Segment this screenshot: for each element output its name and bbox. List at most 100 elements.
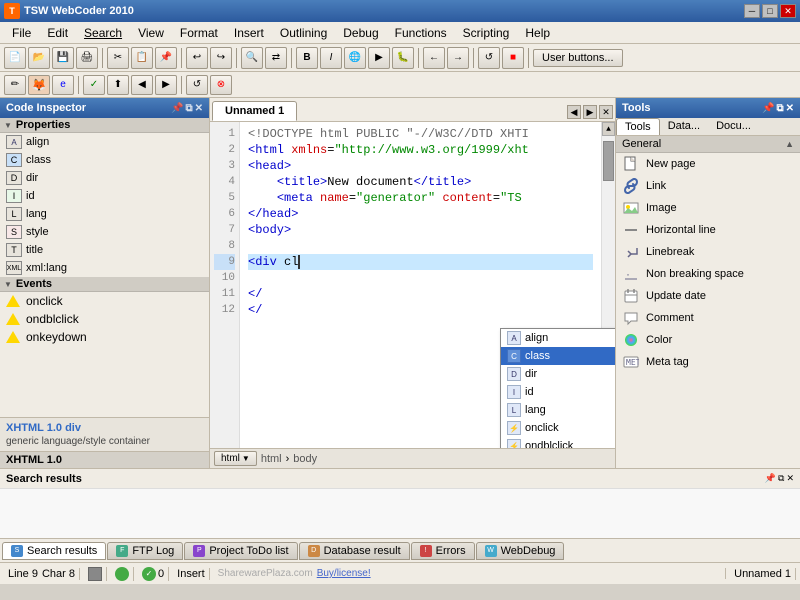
panel-close-btn[interactable]: ✕ xyxy=(195,103,203,114)
menu-view[interactable]: View xyxy=(130,24,172,42)
tb-replace[interactable]: ⇄ xyxy=(265,47,287,69)
status-license-link[interactable]: Buy/license! xyxy=(317,568,371,579)
tb-find[interactable]: 🔍 xyxy=(241,47,263,69)
events-section-header[interactable]: Events xyxy=(0,277,209,292)
tb-save[interactable]: 💾 xyxy=(52,47,74,69)
tb-print[interactable]: 🖨 xyxy=(76,47,98,69)
tools-section-general[interactable]: General ▲ xyxy=(616,136,800,153)
prop-xmllang[interactable]: XML xml:lang xyxy=(0,259,209,277)
event-onkeydown[interactable]: onkeydown xyxy=(0,328,209,346)
tool-link[interactable]: Link xyxy=(616,175,800,197)
tb-browser[interactable]: 🌐 xyxy=(344,47,366,69)
tb2-nav-back[interactable]: ◀ xyxy=(131,75,153,95)
ac-item-onclick[interactable]: ⚡ onclick xyxy=(501,419,615,437)
search-close-btn[interactable]: ✕ xyxy=(786,473,794,484)
tab-unnamed1[interactable]: Unnamed 1 xyxy=(212,101,297,121)
bottom-tab-db[interactable]: D Database result xyxy=(299,542,410,560)
ac-item-align[interactable]: A align xyxy=(501,329,615,347)
panel-float-btn[interactable]: ⧉ xyxy=(185,103,192,114)
tools-float-btn[interactable]: ⧉ xyxy=(776,103,783,114)
tool-new-page[interactable]: New page xyxy=(616,153,800,175)
tb-italic[interactable]: I xyxy=(320,47,342,69)
tb-copy[interactable]: 📋 xyxy=(131,47,153,69)
tb-back[interactable]: ← xyxy=(423,47,445,69)
v-scroll-up[interactable]: ▲ xyxy=(602,122,615,136)
prop-dir[interactable]: D dir xyxy=(0,169,209,187)
tb-redo[interactable]: ↪ xyxy=(210,47,232,69)
tool-nbsp[interactable]: · Non breaking space xyxy=(616,263,800,285)
tool-hr[interactable]: Horizontal line xyxy=(616,219,800,241)
menu-debug[interactable]: Debug xyxy=(335,24,386,42)
tools-close-btn[interactable]: ✕ xyxy=(786,103,794,114)
menu-functions[interactable]: Functions xyxy=(387,24,455,42)
menu-search[interactable]: Search xyxy=(76,24,130,42)
prop-align[interactable]: A align xyxy=(0,133,209,151)
ac-item-class[interactable]: C class xyxy=(501,347,615,365)
event-onclick[interactable]: onclick xyxy=(0,292,209,310)
bottom-tab-errors[interactable]: ! Errors xyxy=(411,542,475,560)
tag-body-path[interactable]: body xyxy=(293,453,317,465)
tb-stop[interactable]: ■ xyxy=(502,47,524,69)
tb-new[interactable]: 📄 xyxy=(4,47,26,69)
user-buttons[interactable]: User buttons... xyxy=(533,49,623,67)
menu-help[interactable]: Help xyxy=(517,24,558,42)
prop-title[interactable]: T title xyxy=(0,241,209,259)
prop-style[interactable]: S style xyxy=(0,223,209,241)
tools-pin-btn[interactable]: 📌 xyxy=(762,103,774,114)
tb-bold[interactable]: B xyxy=(296,47,318,69)
search-float-btn[interactable]: ⧉ xyxy=(778,473,784,484)
tb-debug[interactable]: 🐛 xyxy=(392,47,414,69)
menu-edit[interactable]: Edit xyxy=(39,24,76,42)
minimize-button[interactable]: ─ xyxy=(744,4,760,18)
tb2-ie[interactable]: e xyxy=(52,75,74,95)
tag-html-path[interactable]: html xyxy=(261,453,282,465)
tab-nav-close[interactable]: ✕ xyxy=(599,105,613,119)
tab-nav-right[interactable]: ▶ xyxy=(583,105,597,119)
ac-item-id[interactable]: I id xyxy=(501,383,615,401)
tool-update-date[interactable]: Update date xyxy=(616,285,800,307)
tool-comment[interactable]: Comment xyxy=(616,307,800,329)
menu-format[interactable]: Format xyxy=(172,24,226,42)
bottom-tab-webdebug[interactable]: W WebDebug xyxy=(476,542,565,560)
menu-insert[interactable]: Insert xyxy=(226,24,272,42)
tools-tab-data[interactable]: Data... xyxy=(660,118,708,135)
tool-image[interactable]: Image xyxy=(616,197,800,219)
close-button[interactable]: ✕ xyxy=(780,4,796,18)
prop-class[interactable]: C class xyxy=(0,151,209,169)
autocomplete-dropdown[interactable]: A align C class D dir I xyxy=(500,328,615,448)
tb2-validate[interactable]: ✓ xyxy=(83,75,105,95)
ac-item-lang[interactable]: L lang xyxy=(501,401,615,419)
tb-open[interactable]: 📂 xyxy=(28,47,50,69)
tb2-stop-red[interactable]: ⊗ xyxy=(210,75,232,95)
maximize-button[interactable]: □ xyxy=(762,4,778,18)
tb2-reload[interactable]: ↺ xyxy=(186,75,208,95)
tb2-pencil[interactable]: ✏ xyxy=(4,75,26,95)
menu-scripting[interactable]: Scripting xyxy=(455,24,518,42)
bottom-tab-todo[interactable]: P Project ToDo list xyxy=(184,542,297,560)
prop-id[interactable]: I id xyxy=(0,187,209,205)
tb2-nav-fwd[interactable]: ▶ xyxy=(155,75,177,95)
tools-tab-tools[interactable]: Tools xyxy=(616,118,660,135)
bottom-tab-ftp[interactable]: F FTP Log xyxy=(107,542,183,560)
tb-undo[interactable]: ↩ xyxy=(186,47,208,69)
tb-paste[interactable]: 📌 xyxy=(155,47,177,69)
tag-btn-html[interactable]: html ▼ xyxy=(214,451,257,466)
tb-run[interactable]: ▶ xyxy=(368,47,390,69)
tb-cut[interactable]: ✂ xyxy=(107,47,129,69)
tb2-firefox[interactable]: 🦊 xyxy=(28,75,50,95)
tag-dropdown-icon[interactable]: ▼ xyxy=(242,454,250,463)
event-ondblclick[interactable]: ondblclick xyxy=(0,310,209,328)
tool-color[interactable]: Color xyxy=(616,329,800,351)
menu-file[interactable]: File xyxy=(4,24,39,42)
ac-item-ondblclick[interactable]: ⚡ ondblclick xyxy=(501,437,615,448)
tools-tab-docu[interactable]: Docu... xyxy=(708,118,759,135)
search-pin-btn[interactable]: 📌 xyxy=(765,473,776,484)
bottom-tab-search[interactable]: S Search results xyxy=(2,542,106,560)
tb-refresh[interactable]: ↺ xyxy=(478,47,500,69)
tab-nav-left[interactable]: ◀ xyxy=(567,105,581,119)
prop-lang[interactable]: L lang xyxy=(0,205,209,223)
tool-meta[interactable]: META Meta tag xyxy=(616,351,800,373)
menu-outlining[interactable]: Outlining xyxy=(272,24,335,42)
panel-pin-btn[interactable]: 📌 xyxy=(171,103,183,114)
tb-forward[interactable]: → xyxy=(447,47,469,69)
